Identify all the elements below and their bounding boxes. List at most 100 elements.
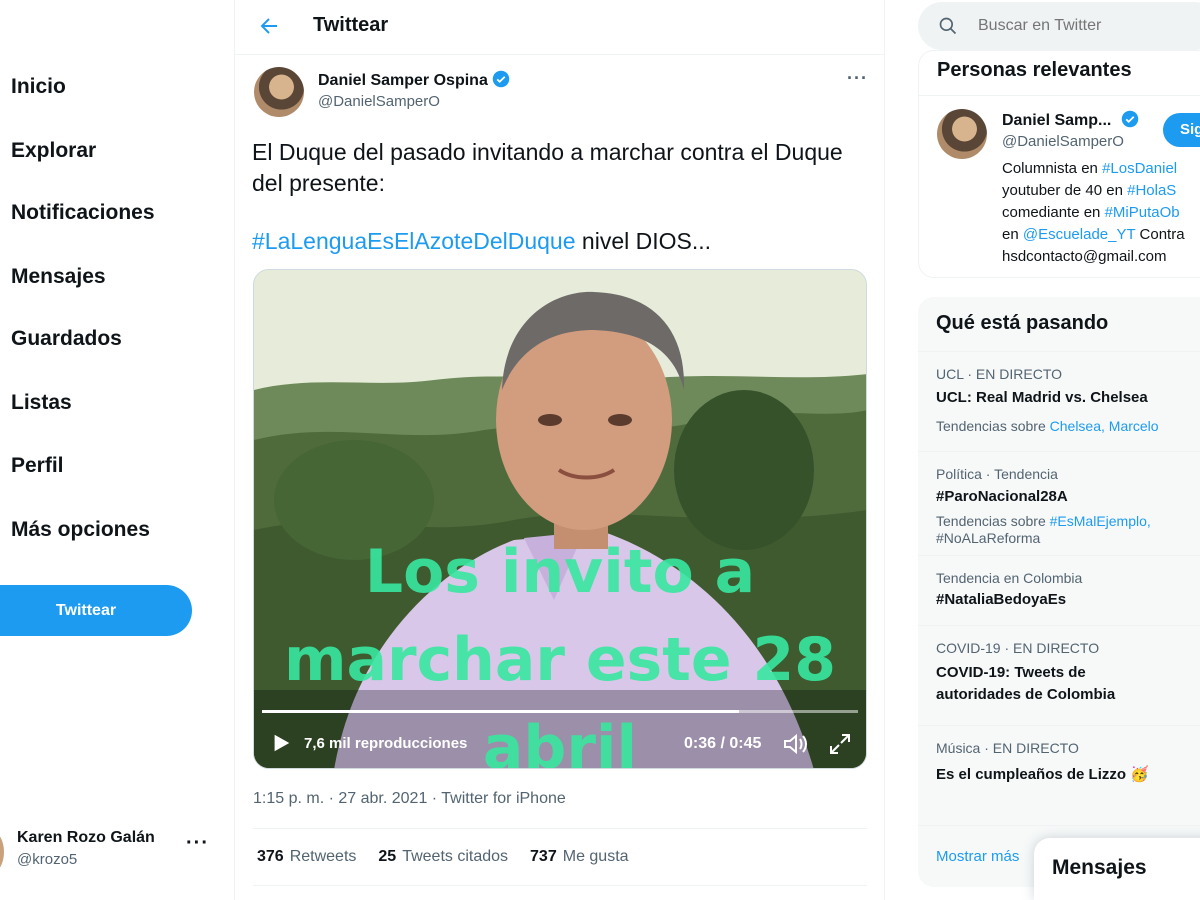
bio-hashtag-link[interactable]: #LosDaniel — [1102, 160, 1177, 177]
trend-meta: Política · Tendencia — [936, 466, 1058, 482]
quote-tweets-stat[interactable]: 25 Tweets citados — [378, 848, 508, 866]
trend-related: Tendencias sobre #EsMalEjemplo, — [936, 513, 1151, 530]
nav-item-guardados[interactable]: Guardados — [11, 327, 122, 351]
likes-stat[interactable]: 737 Me gusta — [530, 848, 629, 866]
video-progress-bar[interactable] — [262, 710, 858, 713]
tweet-more-icon[interactable]: ··· — [847, 68, 868, 89]
account-handle: @krozo5 — [17, 851, 78, 868]
search-input[interactable] — [978, 17, 1198, 35]
bio-mention-link[interactable]: @Escuelade_YT — [1023, 226, 1136, 243]
trend-title: Es el cumpleaños de Lizzo 🥳 — [936, 766, 1149, 783]
account-switcher[interactable]: Karen Rozo Galán @krozo5 ··· — [0, 822, 225, 878]
nav-item-mas-opciones[interactable]: Más opciones — [11, 518, 150, 542]
show-more-link[interactable]: Mostrar más — [936, 848, 1019, 865]
video-time: 0:36 / 0:45 — [684, 735, 762, 752]
trend-item[interactable]: COVID-19 · EN DIRECTO COVID-19: Tweets d… — [918, 625, 1200, 725]
tweet-text: El Duque del pasado invitando a marchar … — [252, 139, 843, 196]
video-view-count: 7,6 mil reproducciones — [304, 735, 468, 752]
person-handle: @DanielSamperO — [1002, 133, 1124, 150]
nav-item-explorar[interactable]: Explorar — [11, 139, 96, 163]
account-more-icon[interactable]: ··· — [186, 832, 209, 855]
bio-line: youtuber de 40 en #HolaS — [1002, 180, 1200, 202]
search-box[interactable] — [918, 2, 1200, 50]
trend-item[interactable]: UCL · EN DIRECTO UCL: Real Madrid vs. Ch… — [918, 351, 1200, 451]
nav-item-notificaciones[interactable]: Notificaciones — [11, 201, 155, 225]
tweet-text-tail: nivel DIOS... — [575, 228, 712, 254]
trend-title-line2: autoridades de Colombia — [936, 686, 1116, 703]
author-name-text: Daniel Samper Ospina — [318, 72, 488, 89]
page-title: Twittear — [313, 14, 389, 36]
back-arrow-icon[interactable] — [257, 14, 281, 38]
search-icon — [939, 17, 957, 35]
tweet-hashtag-link[interactable]: #LaLenguaEsElAzoteDelDuque — [252, 228, 576, 254]
tweet-stats: 376 Retweets 25 Tweets citados 737 Me gusta — [253, 828, 867, 886]
tweet-detail-column: Twittear Daniel Samper Ospina @DanielSam… — [234, 0, 885, 900]
quotes-label: Tweets citados — [402, 848, 509, 865]
retweets-stat[interactable]: 376 Retweets — [257, 848, 356, 866]
tweet-timestamp[interactable]: 1:15 p. m. · 27 abr. 2021 · Twitter for … — [253, 790, 566, 808]
trend-title: #NataliaBedoyaEs — [936, 591, 1067, 608]
nav-item-inicio[interactable]: Inicio — [11, 75, 66, 99]
nav-item-perfil[interactable]: Perfil — [11, 454, 64, 478]
person-bio: Columnista en #LosDaniel youtuber de 40 … — [1002, 158, 1200, 268]
tweet-button[interactable]: Twittear — [0, 585, 192, 636]
trend-item[interactable]: Tendencia en Colombia #NataliaBedoyaEs — [918, 555, 1200, 625]
volume-icon[interactable] — [782, 732, 808, 756]
fullscreen-icon[interactable] — [828, 732, 852, 756]
trend-related-links[interactable]: Chelsea, Marcelo — [1050, 418, 1159, 434]
trend-related-prefix: Tendencias sobre — [936, 418, 1050, 434]
trend-title: UCL: Real Madrid vs. Chelsea — [936, 389, 1148, 406]
verified-badge-icon — [492, 70, 510, 88]
bio-text: Columnista en — [1002, 160, 1103, 177]
relevant-people-title: Personas relevantes — [937, 59, 1132, 81]
author-name[interactable]: Daniel Samper Ospina — [318, 70, 510, 90]
quotes-count: 25 — [378, 848, 397, 865]
divider — [918, 825, 1200, 826]
trend-title: COVID-19: Tweets de — [936, 664, 1086, 681]
bio-line: comediante en #MiPutaOb — [1002, 202, 1200, 224]
follow-button[interactable]: Sig — [1163, 113, 1200, 147]
bio-line: en @Escuelade_YT Contra — [1002, 224, 1200, 246]
bio-line: Columnista en #LosDaniel — [1002, 158, 1200, 180]
nav-item-listas[interactable]: Listas — [11, 391, 72, 415]
retweets-count: 376 — [257, 848, 284, 865]
person-avatar[interactable] — [937, 109, 987, 159]
trend-meta: COVID-19 · EN DIRECTO — [936, 640, 1100, 656]
video-player[interactable]: Los invito a marchar este 28 abril 7,6 m… — [253, 269, 867, 769]
page-header: Twittear — [235, 0, 885, 55]
tweet-text-hashtag-line: #LaLenguaEsElAzoteDelDuque nivel DIOS... — [252, 226, 852, 257]
account-name: Karen Rozo Galán — [17, 829, 155, 846]
trend-item[interactable]: Política · Tendencia #ParoNacional28A Te… — [918, 451, 1200, 555]
trend-meta: Música · EN DIRECTO — [936, 740, 1079, 756]
bio-text: comediante en — [1002, 204, 1105, 221]
bio-text: en — [1002, 226, 1023, 243]
author-handle: @DanielSamperO — [318, 93, 440, 110]
video-progress-fill — [262, 710, 739, 713]
messages-drawer[interactable]: Mensajes — [1034, 838, 1200, 900]
trends-title: Qué está pasando — [936, 312, 1109, 334]
trend-item[interactable]: Música · EN DIRECTO Es el cumpleaños de … — [918, 725, 1200, 825]
video-caption-overlay: Los invito a marchar este 28 abril — [283, 537, 836, 769]
nav-item-mensajes[interactable]: Mensajes — [11, 265, 106, 289]
bio-hashtag-link[interactable]: #MiPutaOb — [1105, 204, 1180, 221]
messages-drawer-title: Mensajes — [1052, 856, 1147, 879]
bio-email: hsdcontacto@gmail.com — [1002, 248, 1167, 265]
trend-related-link[interactable]: #EsMalEjemplo, — [1050, 513, 1151, 529]
likes-label: Me gusta — [562, 848, 629, 865]
person-name[interactable]: Daniel Samp... — [1002, 110, 1139, 130]
trend-related-link[interactable]: #NoALaReforma — [936, 530, 1040, 547]
bio-text: youtuber de 40 en — [1002, 182, 1128, 199]
trend-title: #ParoNacional28A — [936, 488, 1068, 505]
bio-hashtag-link[interactable]: #HolaS — [1127, 182, 1176, 199]
person-name-text: Daniel Samp... — [1002, 112, 1112, 129]
left-nav: Inicio Explorar Notificaciones Mensajes … — [0, 0, 234, 900]
account-avatar — [0, 832, 4, 872]
trend-meta: Tendencia en Colombia — [936, 570, 1083, 586]
trend-related-prefix: Tendencias sobre — [936, 513, 1050, 529]
verified-badge-icon — [1122, 110, 1139, 128]
author-avatar[interactable] — [254, 67, 304, 117]
trend-meta: UCL · EN DIRECTO — [936, 366, 1063, 382]
divider — [919, 95, 1200, 96]
play-icon[interactable] — [270, 732, 292, 754]
relevant-people-card: Personas relevantes Daniel Samp... @Dani… — [918, 50, 1200, 278]
